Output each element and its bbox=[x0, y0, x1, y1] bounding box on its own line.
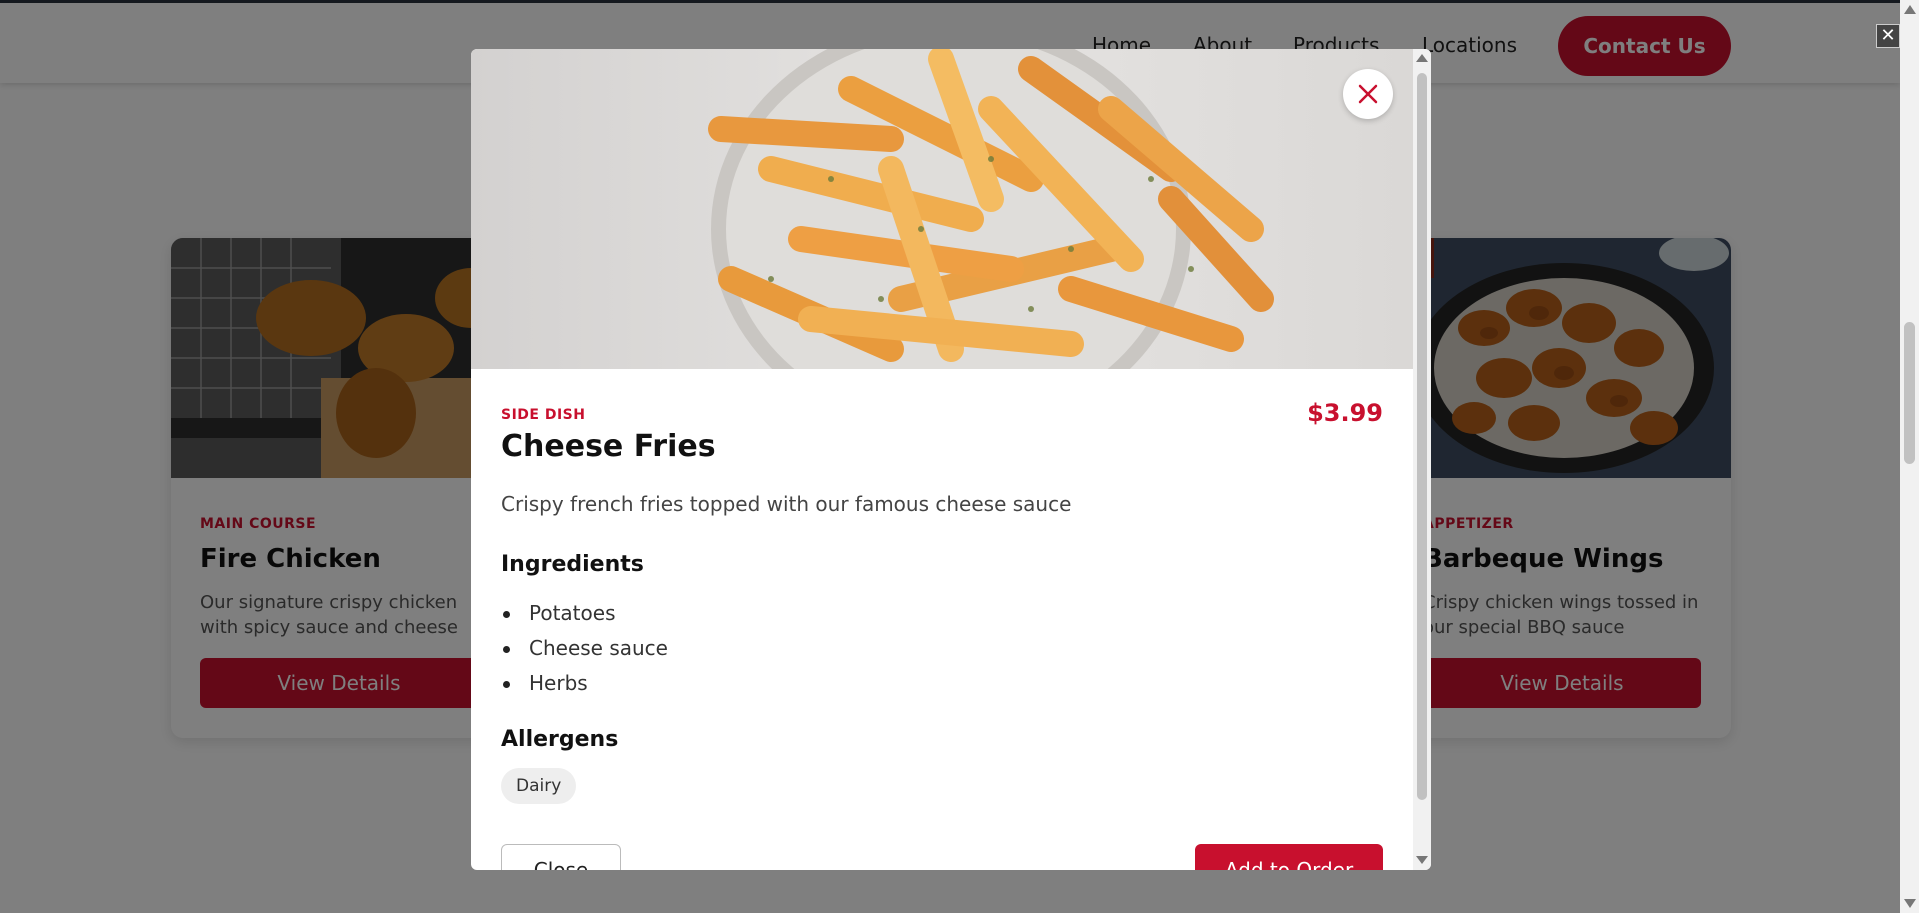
allergens-heading: Allergens bbox=[501, 727, 619, 752]
modal-close-icon[interactable] bbox=[1343, 69, 1393, 119]
overlay-close-icon[interactable]: ✕ bbox=[1876, 24, 1900, 48]
product-category: SIDE DISH bbox=[501, 407, 586, 423]
product-description: Crispy french fries topped with our famo… bbox=[501, 492, 1072, 516]
cheese-fries-image bbox=[471, 49, 1413, 369]
close-button[interactable]: Close bbox=[501, 844, 621, 870]
allergen-badge: Dairy bbox=[501, 768, 577, 804]
scroll-up-arrow-icon[interactable] bbox=[1904, 5, 1916, 14]
ingredient-item: Herbs bbox=[501, 666, 668, 701]
product-title: Cheese Fries bbox=[501, 429, 716, 464]
product-price: $3.99 bbox=[1307, 399, 1383, 427]
scroll-down-arrow-icon[interactable] bbox=[1416, 856, 1428, 864]
scroll-up-arrow-icon[interactable] bbox=[1416, 54, 1428, 62]
ingredients-list: Potatoes Cheese sauce Herbs bbox=[501, 596, 668, 701]
page-scrollbar[interactable] bbox=[1900, 0, 1919, 913]
product-detail-modal: SIDE DISH $3.99 Cheese Fries Crispy fren… bbox=[471, 49, 1431, 870]
ingredient-item: Cheese sauce bbox=[501, 631, 668, 666]
modal-scrollbar[interactable] bbox=[1413, 49, 1431, 870]
close-icon bbox=[1358, 84, 1378, 104]
page-scrollbar-thumb[interactable] bbox=[1904, 322, 1915, 464]
ingredients-heading: Ingredients bbox=[501, 552, 644, 577]
add-to-order-button[interactable]: Add to Order bbox=[1195, 844, 1383, 870]
ingredient-item: Potatoes bbox=[501, 596, 668, 631]
modal-scrollbar-thumb[interactable] bbox=[1417, 73, 1427, 800]
scroll-down-arrow-icon[interactable] bbox=[1904, 899, 1916, 908]
